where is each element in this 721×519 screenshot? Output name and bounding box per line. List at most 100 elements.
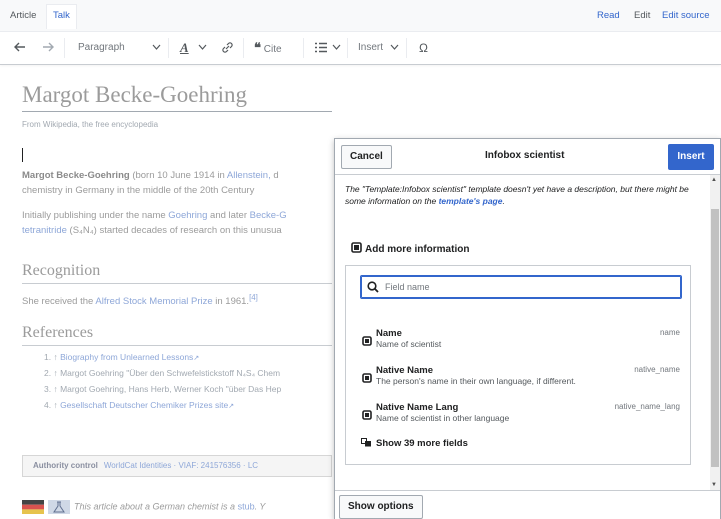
tab-edit-source[interactable]: Edit source [662, 10, 710, 21]
link-icon[interactable] [221, 32, 234, 64]
stub-notice: This article about a German chemist is a… [22, 500, 265, 514]
goehring-link[interactable]: Goehring [168, 210, 207, 221]
editor-toolbar: Paragraph A ❝ Cite Insert Ω [0, 32, 721, 65]
reference-link[interactable]: Biography from Unlearned Lessons [60, 352, 193, 362]
description-text: The "Template:Infobox scientist" templat… [345, 184, 689, 206]
dialog-scrollbar[interactable]: ▲ ▼ [710, 175, 720, 490]
field-option-name[interactable]: Name Name of scientist name [362, 328, 684, 358]
field-key: native_name_lang [614, 402, 680, 411]
dialog-title: Infobox scientist [485, 150, 565, 161]
paragraph-format-dropdown[interactable]: Paragraph [78, 32, 125, 64]
paragraph-format-label: Paragraph [78, 42, 125, 53]
reference-item[interactable]: 4. ↑ Gesellschaft Deutscher Chemiker Pri… [44, 400, 234, 410]
show-options-button[interactable]: Show options [339, 495, 423, 519]
template-page-link[interactable]: template's page [439, 196, 503, 206]
text-cursor [22, 148, 23, 162]
add-field-checkbox-icon[interactable] [362, 336, 372, 346]
tab-talk[interactable]: Talk [46, 4, 77, 29]
birthplace-link[interactable]: Allenstein, [227, 170, 271, 181]
chevron-down-icon[interactable] [198, 32, 207, 64]
chevron-down-icon[interactable] [152, 32, 161, 64]
add-field-checkbox-icon[interactable] [362, 373, 372, 383]
cite-button[interactable]: ❝ Cite [254, 32, 282, 64]
scroll-down-icon[interactable]: ▼ [711, 482, 717, 488]
lead-paragraph-line-2[interactable]: chemistry in Germany in the middle of th… [22, 183, 254, 198]
reference-item[interactable]: 2. ↑ Margot Goehring "Über den Schwefels… [44, 368, 280, 378]
tab-article[interactable]: Article [10, 10, 36, 21]
recognition-paragraph[interactable]: She received the Alfred Stock Memorial P… [22, 290, 258, 309]
citation-ref[interactable]: [4] [249, 293, 258, 302]
show-more-fields-label: Show 39 more fields [376, 438, 468, 449]
field-option-native-name-lang[interactable]: Native Name Lang Name of scientist in ot… [362, 402, 684, 432]
field-search-box[interactable] [360, 275, 682, 299]
alfred-stock-prize-link[interactable]: Alfred Stock Memorial Prize [95, 296, 212, 307]
field-description: Name of scientist [376, 339, 442, 349]
becke-link[interactable]: Becke-G [250, 210, 287, 221]
reference-number: 2. ↑ [44, 368, 61, 378]
reference-item[interactable]: 3. ↑ Margot Goehring, Hans Herb, Werner … [44, 384, 281, 394]
reference-number: 1. ↑ [44, 352, 61, 362]
dialog-header: Cancel Infobox scientist Insert [335, 139, 720, 175]
page-title: Margot Becke-Goehring [22, 82, 248, 107]
show-more-fields-button[interactable]: Show 39 more fields [361, 438, 468, 449]
tab-read[interactable]: Read [597, 10, 620, 21]
external-link-icon: ↗ [193, 355, 200, 362]
field-key: name [659, 328, 680, 337]
tetranitride-link[interactable]: tetranitride [22, 225, 67, 236]
para-text: and later [207, 210, 250, 221]
stub-link[interactable]: stub [238, 501, 255, 511]
scroll-up-icon[interactable]: ▲ [711, 177, 717, 183]
field-key: native_name [634, 365, 680, 374]
search-icon [367, 281, 379, 293]
reference-number: 3. ↑ [44, 384, 61, 394]
german-flag-icon [22, 500, 44, 514]
scrollbar-thumb[interactable] [711, 209, 719, 467]
lead-text: (born 10 June 1914 in [129, 170, 227, 181]
template-description: The "Template:Infobox scientist" templat… [345, 183, 695, 207]
chevron-down-icon[interactable] [390, 32, 399, 64]
authority-links[interactable]: WorldCat Identities · VIAF: 241576356 · … [104, 461, 258, 470]
lead-paragraph-line-1[interactable]: Margot Becke-Goehring (born 10 June 1914… [22, 168, 279, 183]
tab-edit[interactable]: Edit [634, 10, 650, 21]
undo-icon[interactable] [14, 32, 26, 64]
paragraph-2-line-1[interactable]: Initially publishing under the name Goeh… [22, 208, 287, 223]
external-link-icon: ↗ [228, 403, 235, 410]
chevron-down-icon[interactable] [332, 32, 341, 64]
reference-text: Margot Goehring, Hans Herb, Werner Koch … [60, 384, 282, 394]
list-icon[interactable] [314, 32, 328, 64]
reference-item[interactable]: 1. ↑ Biography from Unlearned Lessons↗ [44, 352, 199, 362]
insert-menu-label: Insert [358, 42, 384, 53]
text-style-button[interactable]: A [180, 32, 189, 64]
reference-link[interactable]: Gesellschaft Deutscher Chemiker Prizes s… [60, 400, 228, 410]
section-divider [22, 345, 332, 346]
subject-name: Margot Becke-Goehring [22, 170, 130, 181]
redo-icon[interactable] [42, 32, 54, 64]
reference-text: Margot Goehring "Über den Schwefelsticks… [60, 368, 281, 378]
cite-label: Cite [263, 44, 282, 55]
parameter-search-panel: Name Name of scientist name Native Name … [345, 265, 691, 465]
field-option-native-name[interactable]: Native Name The person's name in their o… [362, 365, 684, 395]
section-heading-references: References [22, 324, 94, 341]
cancel-button[interactable]: Cancel [341, 145, 392, 169]
reference-number: 4. ↑ [44, 400, 61, 410]
toolbar-divider [406, 38, 407, 58]
add-field-checkbox-icon[interactable] [362, 410, 372, 420]
paragraph-2-line-2[interactable]: tetranitride (S₄N₄) started decades of r… [22, 223, 282, 238]
field-name-label: Name [376, 328, 402, 339]
stub-tail: . Y [254, 501, 266, 512]
title-divider [22, 111, 332, 112]
section-divider [22, 283, 332, 284]
insert-menu[interactable]: Insert [358, 32, 383, 64]
quote-icon: ❝ [254, 40, 261, 55]
expand-fields-icon [361, 438, 371, 447]
insert-button[interactable]: Insert [668, 144, 714, 170]
field-name-search-input[interactable] [385, 278, 675, 296]
special-character-button[interactable]: Ω [419, 32, 428, 64]
toolbar-divider [243, 38, 244, 58]
stub-text: This article about a German chemist is a [74, 501, 238, 512]
section-heading-recognition: Recognition [22, 262, 101, 279]
toolbar-divider [168, 38, 169, 58]
description-text-end: . [502, 196, 505, 206]
toolbar-divider [64, 38, 65, 58]
authority-control-label: Authority control [33, 461, 98, 470]
